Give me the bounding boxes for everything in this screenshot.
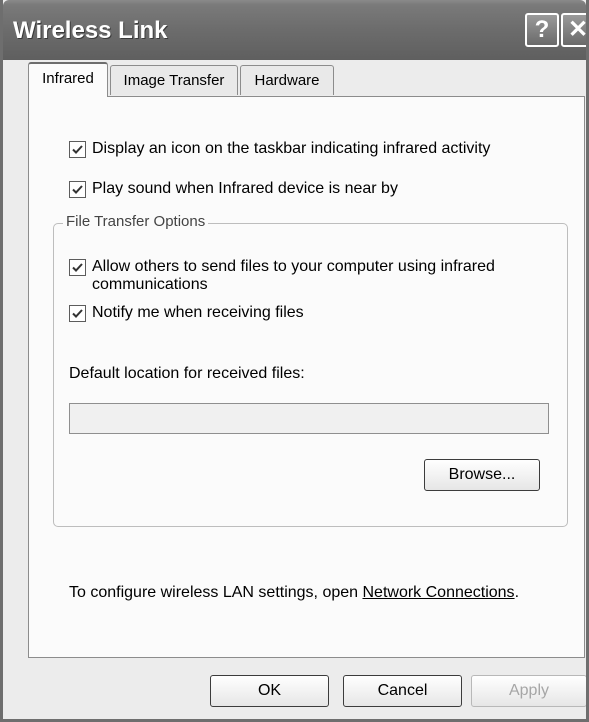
infrared-tab-panel: Display an icon on the taskbar indicatin… <box>28 96 585 658</box>
taskbar-icon-label: Display an icon on the taskbar indicatin… <box>92 140 491 157</box>
cancel-button[interactable]: Cancel <box>343 675 462 707</box>
close-icon: ✕ <box>567 16 589 43</box>
checkmark-icon <box>72 145 83 154</box>
browse-button[interactable]: Browse... <box>424 459 540 491</box>
notify-option[interactable]: Notify me when receiving files <box>69 304 304 322</box>
notify-checkbox[interactable] <box>69 305 86 322</box>
lan-settings-text: To configure wireless LAN settings, open… <box>69 584 519 602</box>
help-button[interactable]: ? <box>525 13 559 47</box>
default-location-field[interactable] <box>69 403 549 434</box>
checkmark-icon <box>72 185 83 194</box>
file-transfer-group-label: File Transfer Options <box>63 213 209 230</box>
taskbar-icon-checkbox[interactable] <box>69 141 86 158</box>
tab-infrared[interactable]: Infrared <box>28 62 108 97</box>
ok-button[interactable]: OK <box>210 675 329 707</box>
network-connections-link[interactable]: Network Connections <box>362 584 514 601</box>
title-bar[interactable]: Wireless Link ? ✕ <box>3 0 586 60</box>
play-sound-label: Play sound when Infrared device is near … <box>92 180 398 197</box>
lan-settings-prefix: To configure wireless LAN settings, open <box>69 584 363 601</box>
tab-hardware[interactable]: Hardware <box>240 65 334 95</box>
allow-send-checkbox[interactable] <box>69 259 86 276</box>
apply-button[interactable]: Apply <box>471 675 586 707</box>
notify-label: Notify me when receiving files <box>92 304 304 321</box>
allow-send-option[interactable]: Allow others to send files to your compu… <box>69 258 539 294</box>
allow-send-label: Allow others to send files to your compu… <box>92 258 495 293</box>
lan-settings-suffix: . <box>514 584 520 601</box>
play-sound-checkbox[interactable] <box>69 181 86 198</box>
checkmark-icon <box>72 263 83 272</box>
checkmark-icon <box>72 309 83 318</box>
window-title: Wireless Link <box>13 17 168 44</box>
help-icon: ? <box>534 16 550 43</box>
wireless-link-dialog: Wireless Link ? ✕ Infrared Image Transfe… <box>0 0 589 722</box>
play-sound-option[interactable]: Play sound when Infrared device is near … <box>69 180 398 198</box>
default-location-label: Default location for received files: <box>69 365 305 382</box>
taskbar-icon-option[interactable]: Display an icon on the taskbar indicatin… <box>69 140 490 158</box>
close-button[interactable]: ✕ <box>561 13 589 47</box>
tab-image-transfer[interactable]: Image Transfer <box>110 65 238 95</box>
